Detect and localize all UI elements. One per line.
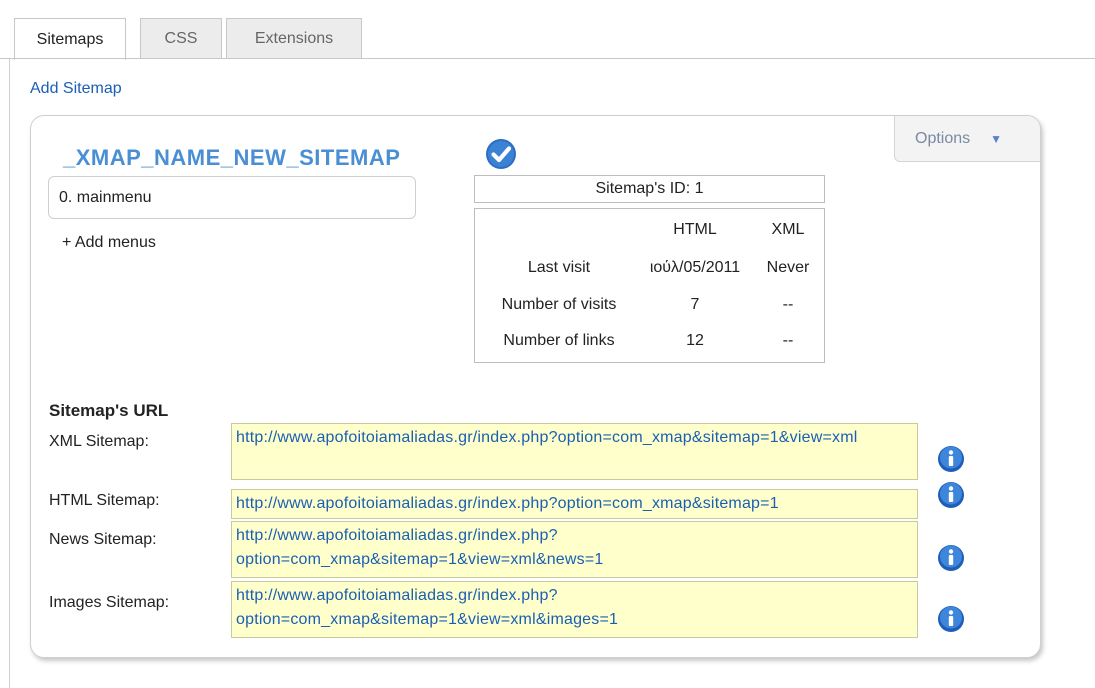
stats-header-html: HTML xyxy=(673,221,717,238)
sitemap-name[interactable]: _XMAP_NAME_NEW_SITEMAP xyxy=(63,145,400,171)
stats-row-label: Last visit xyxy=(527,259,591,276)
stats-row-html: ιούλ/05/2011 xyxy=(649,259,741,276)
info-icon[interactable] xyxy=(937,544,965,572)
stats-row-xml: -- xyxy=(782,296,794,313)
add-sitemap-link[interactable]: Add Sitemap xyxy=(30,80,122,98)
images-sitemap-label: Images Sitemap: xyxy=(49,594,170,611)
check-circle-icon[interactable] xyxy=(485,138,517,170)
menu-list-item[interactable]: 0. mainmenu xyxy=(48,176,416,219)
sitemap-stats-table: HTML XML Last visit ιούλ/05/2011 Never N… xyxy=(474,208,825,363)
content-left-border xyxy=(9,59,10,688)
info-icon[interactable] xyxy=(937,605,965,633)
news-sitemap-url-field[interactable]: http://www.apofoitoiamaliadas.gr/index.p… xyxy=(231,521,918,578)
stats-row-xml: -- xyxy=(782,332,794,349)
stats-row-label: Number of visits xyxy=(501,296,617,313)
tab-css[interactable]: CSS xyxy=(140,18,222,58)
tab-divider xyxy=(0,58,1095,59)
info-icon[interactable] xyxy=(937,481,965,509)
tab-sitemaps[interactable]: Sitemaps xyxy=(14,18,126,60)
tab-extensions[interactable]: Extensions xyxy=(226,18,362,58)
sitemap-id-label: Sitemap's ID: 1 xyxy=(595,180,704,197)
options-dropdown[interactable]: Options ▼ xyxy=(894,116,1040,162)
html-sitemap-label: HTML Sitemap: xyxy=(49,492,160,509)
options-label: Options xyxy=(915,129,971,147)
news-sitemap-label: News Sitemap: xyxy=(49,531,157,548)
info-icon[interactable] xyxy=(937,445,965,473)
stats-header-xml: XML xyxy=(771,221,805,238)
images-sitemap-url-field[interactable]: http://www.apofoitoiamaliadas.gr/index.p… xyxy=(231,581,918,638)
stats-row-xml: Never xyxy=(766,259,810,276)
menu-item-label: 0. mainmenu xyxy=(59,188,152,206)
sitemap-url-heading: Sitemap's URL xyxy=(49,401,169,420)
stats-row-html: 12 xyxy=(686,332,704,349)
sitemap-id-box: Sitemap's ID: 1 xyxy=(474,175,825,203)
html-sitemap-url-field[interactable]: http://www.apofoitoiamaliadas.gr/index.p… xyxy=(231,489,918,519)
stats-row-label: Number of links xyxy=(503,332,615,349)
stats-row-html: 7 xyxy=(690,296,700,313)
xml-sitemap-label: XML Sitemap: xyxy=(49,433,149,450)
triangle-down-icon: ▼ xyxy=(990,131,1003,146)
add-menus-link[interactable]: + Add menus xyxy=(62,234,156,252)
xml-sitemap-url-field[interactable]: http://www.apofoitoiamaliadas.gr/index.p… xyxy=(231,423,918,480)
